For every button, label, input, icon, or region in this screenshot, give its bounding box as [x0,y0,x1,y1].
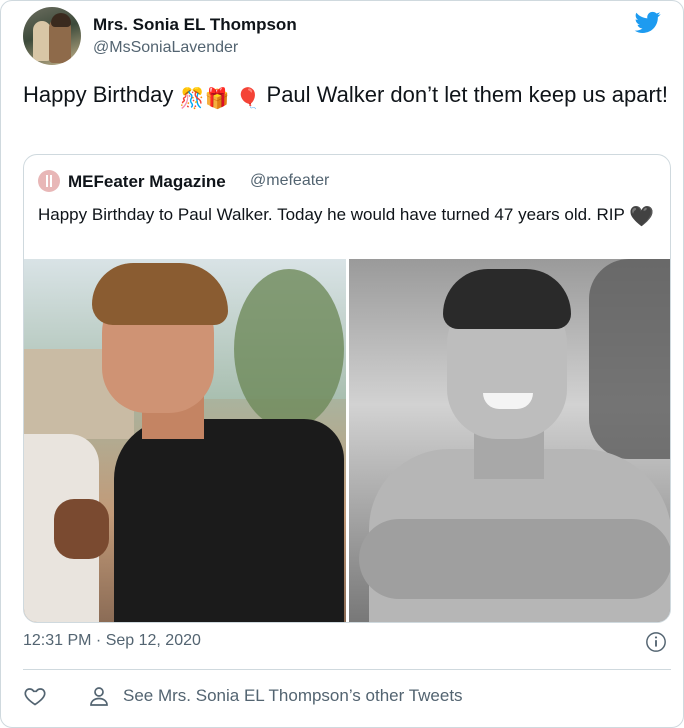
quoted-photos [24,259,670,622]
heart-icon[interactable] [23,684,47,708]
author-handle[interactable]: @MsSoniaLavender [93,39,238,57]
photo-right-hair [443,269,571,329]
tweet-text: Happy Birthday 🎊🎁 🎈 Paul Walker don’t le… [23,79,673,115]
photo-left-shirt [114,419,344,622]
author-avatar[interactable] [23,7,81,65]
photo-right-arms [359,519,670,599]
quoted-author-handle[interactable]: @mefeater [250,172,329,190]
photo-left[interactable] [24,259,346,622]
quoted-text-body: Happy Birthday to Paul Walker. Today he … [38,205,625,224]
divider [23,669,671,670]
tweet-actions: See Mrs. Sonia EL Thompson’s other Tweet… [23,679,671,715]
confetti-emoji: 🎊 [179,88,205,110]
author-name[interactable]: Mrs. Sonia EL Thompson [93,15,297,35]
quoted-tweet[interactable]: MEFeater Magazine @mefeater Happy Birthd… [23,154,671,623]
photo-left-tree [234,269,344,429]
tweet-text-start: Happy Birthday [23,82,174,107]
twitter-bird-icon[interactable] [633,9,663,35]
quoted-tweet-text: Happy Birthday to Paul Walker. Today he … [38,203,658,229]
black-heart-emoji: 🖤 [629,206,655,228]
photo-right[interactable] [349,259,670,622]
info-icon[interactable] [645,631,667,653]
tweet-timestamp[interactable]: 12:31 PM · Sep 12, 2020 [23,632,201,650]
avatar-hair [51,13,71,27]
gift-emoji: 🎁 [204,88,230,110]
photo-left-hand [54,499,109,559]
photo-left-hair [92,263,228,325]
photo-right-tree [589,259,670,459]
tweet-header: Mrs. Sonia EL Thompson @MsSoniaLavender [23,7,663,69]
tweet-text-end: Paul Walker don’t let them keep us apart… [266,82,669,107]
quoted-author-logo[interactable] [38,170,60,192]
balloon-emoji: 🎈 [235,88,261,110]
embedded-tweet-card: Mrs. Sonia EL Thompson @MsSoniaLavender … [0,0,684,728]
person-icon[interactable] [87,684,111,708]
quoted-author-name[interactable]: MEFeater Magazine [68,172,226,192]
other-tweets-link[interactable]: See Mrs. Sonia EL Thompson’s other Tweet… [123,686,463,706]
